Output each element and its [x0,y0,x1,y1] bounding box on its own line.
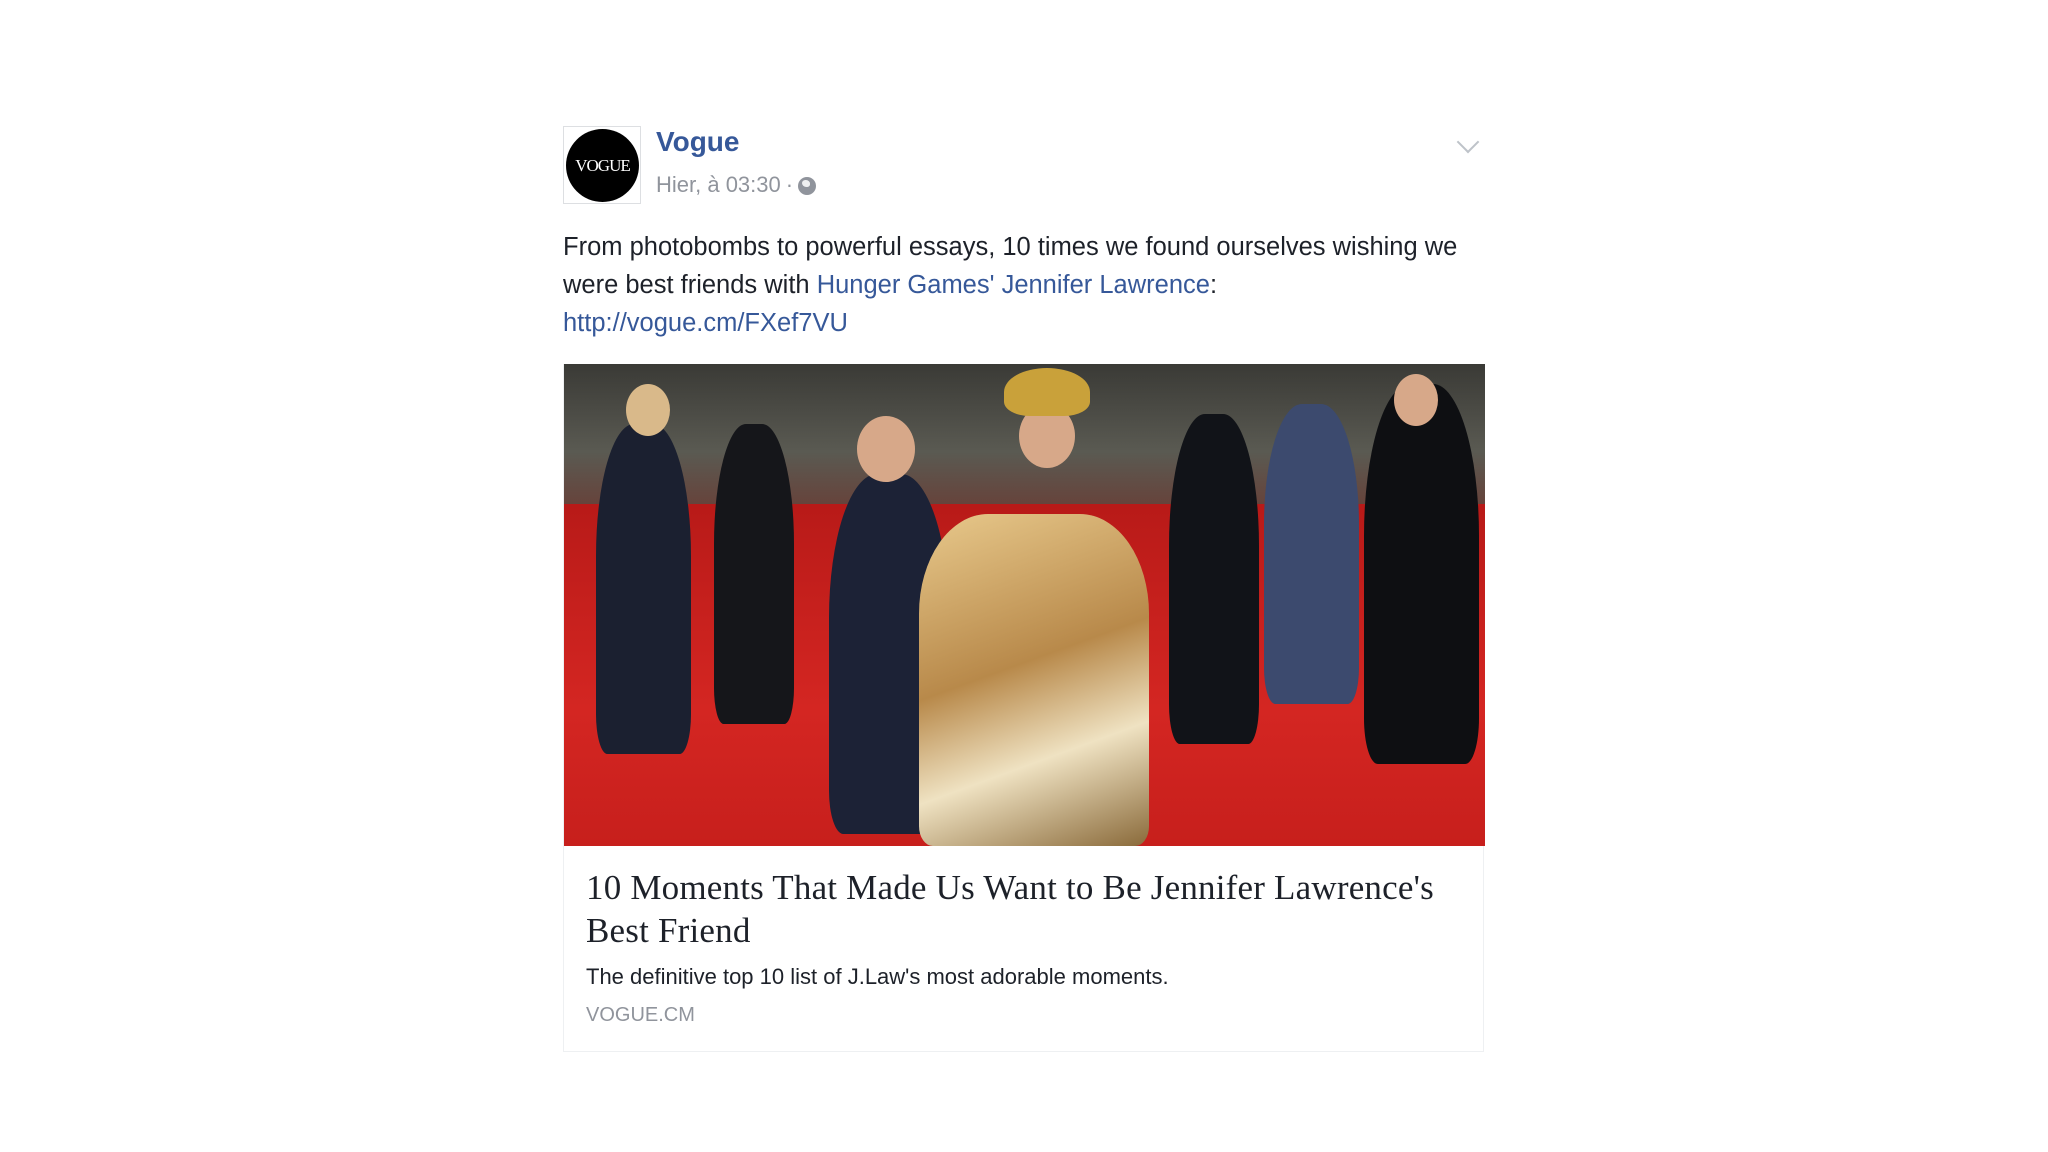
photo-figure-head [626,384,670,436]
photo-figure [1264,404,1359,704]
post-header: VOGUE Vogue Hier, à 03:30 · [563,126,1484,206]
photo-figure [714,424,794,724]
photo-figure-head [1394,374,1438,426]
post-text: From photobombs to powerful essays, 10 t… [563,228,1484,342]
post-timestamp[interactable]: Hier, à 03:30 [656,172,781,198]
photo-headpiece [1004,368,1090,416]
link-preview-body: 10 Moments That Made Us Want to Be Jenni… [564,846,1483,1051]
link-preview-description: The definitive top 10 list of J.Law's mo… [586,964,1169,989]
photo-figure-gold-gown [919,514,1149,846]
link-preview-card[interactable]: 10 Moments That Made Us Want to Be Jenni… [563,364,1485,1052]
avatar[interactable]: VOGUE [563,126,641,204]
photo-figure [1169,414,1259,744]
post-meta: Hier, à 03:30 · [656,172,817,198]
photo-figure [1364,384,1479,764]
facebook-post: VOGUE Vogue Hier, à 03:30 · From photobo… [563,126,1485,1052]
shortened-url-link[interactable]: http://vogue.cm/FXef7VU [563,304,1484,342]
post-text-part2: : [1209,271,1218,299]
page-name-link[interactable]: Vogue [656,126,739,158]
link-preview-title[interactable]: 10 Moments That Made Us Want to Be Jenni… [586,866,1461,952]
chevron-down-icon[interactable] [1456,130,1480,154]
meta-separator: · [785,172,794,197]
vogue-logo: VOGUE [566,129,639,202]
link-preview-domain: VOGUE.CM [586,1004,695,1026]
photo-figure [596,424,691,754]
link-preview-image[interactable] [564,364,1485,846]
photo-figure-head [857,416,915,482]
globe-icon[interactable] [798,177,817,195]
hunger-games-jennifer-lawrence-link[interactable]: Hunger Games' Jennifer Lawrence [817,271,1210,299]
